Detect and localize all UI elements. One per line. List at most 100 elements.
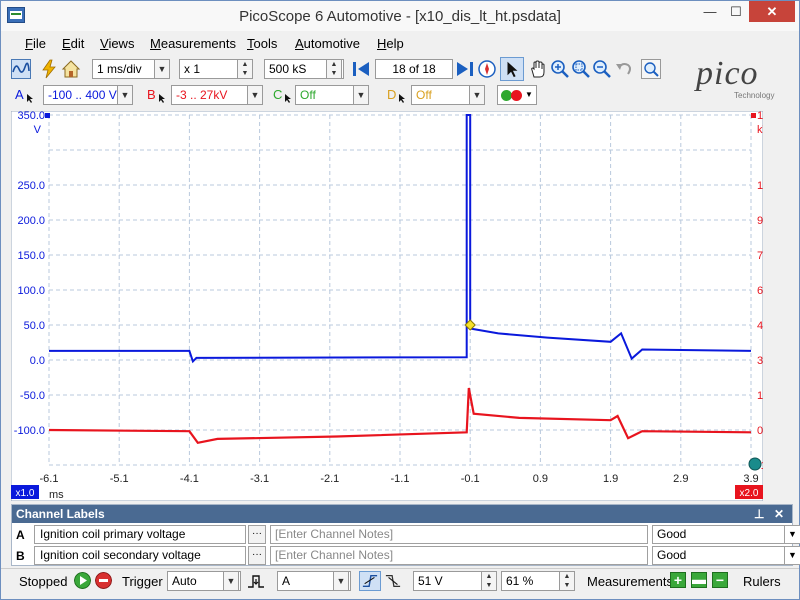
delete-measurement-button[interactable]: − xyxy=(712,572,728,588)
right-axis-tick-label: 1.5 xyxy=(757,390,763,402)
threshold-stepper[interactable]: ▲ ▼ xyxy=(481,571,497,591)
home-icon[interactable] xyxy=(61,59,81,79)
minimize-button[interactable]: — xyxy=(697,1,723,22)
chevron-down-icon[interactable]: ▼ xyxy=(117,85,133,105)
channel-name-field[interactable]: Ignition coil primary voltage xyxy=(34,525,246,544)
main-toolbar: 1 ms/div ▼ x 1 ▲ ▼ 500 kS ▲ ▼ 18 of 18 xyxy=(1,56,799,82)
pin-icon[interactable]: ⊥ xyxy=(754,505,764,523)
rulers-button[interactable]: Rulers xyxy=(743,574,781,589)
chevron-down-icon[interactable]: ▼ xyxy=(784,525,800,544)
channel-b-button[interactable]: B xyxy=(147,87,156,102)
close-button[interactable]: ✕ xyxy=(749,1,795,22)
menu-automotive[interactable]: Automotive xyxy=(295,36,360,51)
left-axis-tick-label: 50.0 xyxy=(24,320,45,332)
trigger-threshold-field[interactable]: 51 V xyxy=(413,571,485,591)
channel-d-button[interactable]: D xyxy=(387,87,396,102)
channel-b-axis-marker xyxy=(751,113,756,118)
chevron-down-icon[interactable]: ▼ xyxy=(247,85,263,105)
timebase-select[interactable]: 1 ms/div xyxy=(92,59,162,79)
select-tool-button[interactable] xyxy=(500,57,524,81)
channel-status-select[interactable]: Good xyxy=(652,525,786,544)
trigger-label: Trigger xyxy=(122,574,163,589)
menu-tools[interactable]: Tools xyxy=(247,36,277,51)
automotive-lightning-icon[interactable] xyxy=(39,59,59,79)
channel-label-row: A Ignition coil primary voltage ··· [Ent… xyxy=(12,525,800,545)
first-buffer-icon[interactable] xyxy=(351,59,371,79)
channel-letter: B xyxy=(16,549,25,563)
edit-measurement-button[interactable]: ▬ xyxy=(691,572,707,588)
chevron-down-icon[interactable]: ▼ xyxy=(333,571,349,591)
right-axis-tick-label: 6.0 xyxy=(757,285,763,297)
x-axis-tick-label: -6.1 xyxy=(40,473,59,485)
scope-view[interactable]: 350.0 250.0 200.0 150.0 100.0 50.0 0.0 -50.0 -10… xyxy=(11,111,763,501)
left-axis-tick-label: 150.0 xyxy=(17,250,45,262)
more-options-button[interactable]: ··· xyxy=(248,525,266,544)
right-axis-tick-label: 4.5 xyxy=(757,320,763,332)
stop-icon[interactable] xyxy=(95,572,112,589)
channel-options-button[interactable]: ▼ xyxy=(497,85,537,105)
zoom-to-fit-icon[interactable] xyxy=(641,59,661,79)
x-axis-tick-label: -0.1 xyxy=(461,473,480,485)
channel-notes-field[interactable]: [Enter Channel Notes] xyxy=(270,525,648,544)
x-axis-tick-label: -4.1 xyxy=(180,473,199,485)
samples-stepper[interactable]: ▲ ▼ xyxy=(326,59,342,79)
zoom-in-icon[interactable] xyxy=(550,59,570,79)
start-icon[interactable] xyxy=(74,572,91,589)
channel-labels-panel: Channel Labels ⊥ ✕ A Ignition coil prima… xyxy=(11,504,800,566)
chevron-down-icon[interactable]: ▼ xyxy=(353,85,369,105)
pretrigger-stepper[interactable]: ▲ ▼ xyxy=(559,571,575,591)
channel-status-select[interactable]: Good xyxy=(652,546,786,565)
chevron-down-icon: ▼ xyxy=(525,90,533,99)
pointer-icon xyxy=(285,94,291,103)
channel-a-button[interactable]: A xyxy=(15,87,24,102)
x-axis-tick-label: 3.9 xyxy=(743,473,758,485)
window-title: PicoScope 6 Automotive - [x10_dis_lt_ht.… xyxy=(239,8,561,25)
rising-edge-button[interactable] xyxy=(359,571,381,591)
x-axis-unit: ms xyxy=(49,489,64,501)
chevron-down-icon[interactable]: ▼ xyxy=(223,571,239,591)
red-dot-icon xyxy=(511,90,522,101)
close-icon[interactable]: ✕ xyxy=(774,505,784,523)
buffer-position-field[interactable]: 18 of 18 xyxy=(375,59,453,79)
chevron-down-icon[interactable]: ▼ xyxy=(784,546,800,565)
falling-edge-icon[interactable] xyxy=(384,573,402,589)
channel-name-field[interactable]: Ignition coil secondary voltage xyxy=(34,546,246,565)
ruler-handle[interactable] xyxy=(748,457,762,471)
right-axis-tick-label: 3.0 xyxy=(757,355,763,367)
channel-a-range[interactable]: -100 .. 400 V xyxy=(43,85,127,105)
left-axis-tick-label: 350.0 xyxy=(17,111,45,122)
left-axis-tick-label: 100.0 xyxy=(17,285,45,297)
menu-views[interactable]: Views xyxy=(100,36,134,51)
maximize-button[interactable]: ☐ xyxy=(723,1,749,22)
channel-notes-field[interactable]: [Enter Channel Notes] xyxy=(270,546,648,565)
scope-mode-icon[interactable] xyxy=(11,59,31,79)
zoom-out-icon[interactable] xyxy=(592,59,612,79)
pointer-icon xyxy=(27,94,33,103)
rising-edge-icon xyxy=(362,574,378,588)
undo-zoom-icon[interactable] xyxy=(614,59,634,79)
menu-file[interactable]: File xyxy=(25,36,46,51)
menu-bar: File Edit Views Measurements Tools Autom… xyxy=(1,33,799,54)
status-bar: Stopped Trigger Auto ▼ A ▼ 51 V ▲ ▼ 61 %… xyxy=(1,568,799,592)
zoom-box-icon[interactable] xyxy=(571,59,591,79)
left-zoom-label: x1.0 xyxy=(16,488,35,499)
chevron-down-icon[interactable]: ▼ xyxy=(469,85,485,105)
zoom-factor-stepper[interactable]: ▲ ▼ xyxy=(237,59,253,79)
channel-label-row: B Ignition coil secondary voltage ··· [E… xyxy=(12,546,800,566)
add-measurement-button[interactable]: + xyxy=(670,572,686,588)
left-axis-tick-label: 250.0 xyxy=(17,180,45,192)
channel-b-range[interactable]: -3 .. 27kV xyxy=(171,85,257,105)
chevron-down-icon[interactable]: ▼ xyxy=(154,59,170,79)
last-buffer-icon[interactable] xyxy=(455,59,475,79)
zoom-factor-field[interactable]: x 1 xyxy=(179,59,241,79)
pointer-icon xyxy=(159,94,165,103)
menu-edit[interactable]: Edit xyxy=(62,36,84,51)
hand-pan-icon[interactable] xyxy=(528,59,548,79)
more-options-button[interactable]: ··· xyxy=(248,546,266,565)
pretrigger-field[interactable]: 61 % xyxy=(501,571,563,591)
trigger-settings-icon[interactable] xyxy=(247,573,265,589)
compass-icon[interactable] xyxy=(477,59,497,79)
menu-help[interactable]: Help xyxy=(377,36,404,51)
menu-measurements[interactable]: Measurements xyxy=(150,36,236,51)
channel-c-button[interactable]: C xyxy=(273,87,282,102)
